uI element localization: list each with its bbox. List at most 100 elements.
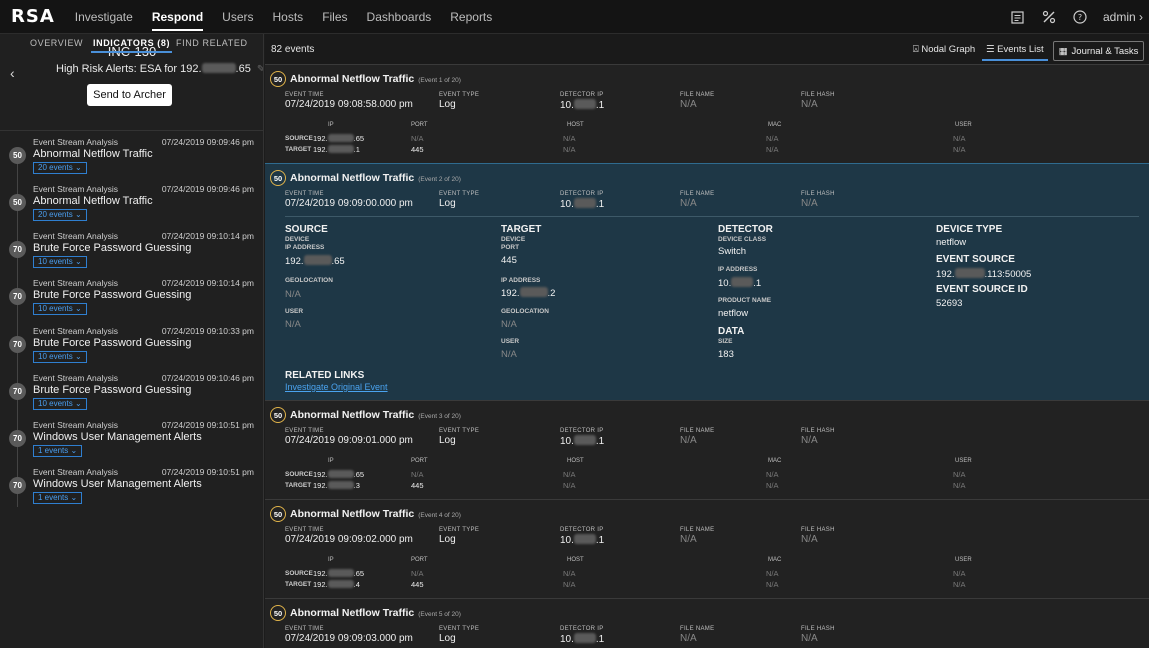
risk-score-badge: 50 — [9, 194, 26, 211]
nav-tab-respond[interactable]: Respond — [151, 0, 204, 34]
source-mac: N/A — [766, 134, 779, 143]
chevron-down-icon: ⌄ — [74, 352, 82, 361]
size-label: SIZE — [718, 338, 733, 345]
file-hash-label: FILE HASH — [801, 527, 835, 533]
detector-ip-label: DETECTOR IP — [560, 191, 604, 197]
target-row-label: TARGET — [285, 581, 312, 588]
events-list-tab[interactable]: ☰ Events List — [982, 44, 1048, 61]
tools-icon[interactable] — [1041, 9, 1057, 25]
events-count-dropdown[interactable]: 10 events ⌄ — [33, 351, 87, 363]
detector-section-title: DETECTOR — [718, 224, 773, 235]
detector-ip-value: 10. .1 — [560, 198, 604, 210]
indicator-item[interactable]: Event Stream Analysis 07/24/2019 09:10:33… — [0, 326, 263, 371]
ip-prefix: 192. — [313, 134, 328, 143]
investigate-original-event-link[interactable]: Investigate Original Event — [285, 382, 388, 392]
indicator-item[interactable]: Event Stream Analysis 07/24/2019 09:09:46… — [0, 137, 263, 182]
back-arrow-icon[interactable]: ‹ — [10, 65, 15, 81]
events-count-dropdown[interactable]: 20 events ⌄ — [33, 209, 87, 221]
event-index: (Event 4 of 20) — [418, 512, 461, 519]
redacted-ip — [573, 534, 596, 544]
ip-suffix: .65 — [353, 569, 365, 578]
events-count-dropdown[interactable]: 1 events ⌄ — [33, 445, 83, 457]
source-port: N/A — [411, 569, 424, 578]
send-to-archer-button[interactable]: Send to Archer — [87, 84, 172, 106]
user-column-header: USER — [955, 122, 972, 128]
events-header: 82 events ⍓ Nodal Graph ☰ Events List ▦ … — [265, 34, 1149, 64]
event-title[interactable]: Abnormal Netflow Traffic (Event 2 of 20) — [290, 172, 461, 184]
indicator-item[interactable]: Event Stream Analysis 07/24/2019 09:10:14… — [0, 231, 263, 276]
event-time-label: EVENT TIME — [285, 626, 324, 632]
event-type-label: EVENT TYPE — [439, 428, 480, 434]
help-icon[interactable]: ? — [1072, 9, 1088, 25]
nav-tab-investigate[interactable]: Investigate — [75, 0, 133, 34]
event-time-value: 07/24/2019 09:09:03.000 pm — [285, 633, 413, 644]
nav-tab-hosts[interactable]: Hosts — [273, 0, 304, 34]
event-type-label: EVENT TYPE — [439, 92, 480, 98]
journal-tasks-button[interactable]: ▦ Journal & Tasks — [1053, 41, 1144, 61]
event-time-value: 07/24/2019 09:09:00.000 pm — [285, 198, 413, 209]
notes-icon[interactable] — [1010, 9, 1026, 25]
nav-tab-users[interactable]: Users — [222, 0, 253, 34]
event-time-label: EVENT TIME — [285, 527, 324, 533]
events-count-dropdown[interactable]: 10 events ⌄ — [33, 398, 87, 410]
event-card[interactable]: 50 Abnormal Netflow Traffic (Event 5 of 2… — [265, 598, 1149, 648]
ip-prefix: 10. — [560, 634, 574, 645]
indicator-item[interactable]: Event Stream Analysis 07/24/2019 09:10:51… — [0, 467, 263, 512]
events-count-label: 10 events — [38, 399, 73, 408]
event-index: (Event 3 of 20) — [418, 413, 461, 420]
source-ip-label: IP ADDRESS — [285, 244, 325, 251]
event-card[interactable]: 50 Abnormal Netflow Traffic (Event 3 of 2… — [265, 400, 1149, 499]
event-time-label: EVENT TIME — [285, 92, 324, 98]
tab-find-related[interactable]: FIND RELATED — [176, 38, 248, 48]
events-count-dropdown[interactable]: 10 events ⌄ — [33, 256, 87, 268]
indicator-item[interactable]: Event Stream Analysis 07/24/2019 09:09:46… — [0, 184, 263, 229]
event-card[interactable]: 50 Abnormal Netflow Traffic (Event 4 of 2… — [265, 499, 1149, 598]
events-count-dropdown[interactable]: 20 events ⌄ — [33, 162, 87, 174]
target-port: 445 — [411, 481, 424, 490]
user-menu[interactable]: admin › — [1103, 10, 1143, 24]
redacted-ip — [573, 633, 596, 643]
tab-overview[interactable]: OVERVIEW — [30, 38, 83, 48]
indicator-source: Event Stream Analysis — [33, 278, 119, 288]
ip-prefix: 192. — [313, 569, 328, 578]
edit-pencil-icon[interactable]: ✎ — [257, 64, 263, 75]
file-name-label: FILE NAME — [680, 428, 715, 434]
event-title[interactable]: Abnormal Netflow Traffic (Event 1 of 20) — [290, 73, 461, 85]
event-title[interactable]: Abnormal Netflow Traffic (Event 3 of 20) — [290, 409, 461, 421]
source-mac: N/A — [766, 569, 779, 578]
event-index: (Event 1 of 20) — [418, 77, 461, 84]
detector-ip-label: DETECTOR IP — [560, 626, 604, 632]
nav-tab-reports[interactable]: Reports — [450, 0, 492, 34]
events-count-dropdown[interactable]: 1 events ⌄ — [33, 492, 83, 504]
indicator-item[interactable]: Event Stream Analysis 07/24/2019 09:10:14… — [0, 278, 263, 323]
source-ip: 192. .65 — [313, 134, 364, 143]
device-class-value: Switch — [718, 246, 746, 257]
indicator-item[interactable]: Event Stream Analysis 07/24/2019 09:10:51… — [0, 420, 263, 465]
indicator-item[interactable]: Event Stream Analysis 07/24/2019 09:10:46… — [0, 373, 263, 418]
redacted-ip — [303, 255, 332, 265]
tab-indicators[interactable]: INDICATORS (8) — [91, 38, 173, 53]
nodal-graph-tab[interactable]: ⍓ Nodal Graph — [913, 44, 975, 55]
ip-suffix: .113:50005 — [984, 269, 1032, 280]
ip-suffix: .65 — [353, 134, 365, 143]
nav-tab-files[interactable]: Files — [322, 0, 347, 34]
source-user-label: USER — [285, 308, 304, 315]
indicator-time: 07/24/2019 09:10:51 pm — [161, 467, 254, 477]
detector-ip-value: 10. .1 — [718, 277, 761, 289]
ip-suffix: .1 — [595, 100, 605, 111]
event-card[interactable]: 50 Abnormal Netflow Traffic (Event 1 of 2… — [265, 64, 1149, 163]
target-port: 445 — [411, 145, 424, 154]
nav-tab-dashboards[interactable]: Dashboards — [367, 0, 432, 34]
rsa-logo[interactable]: RSA — [11, 6, 55, 27]
file-hash-label: FILE HASH — [801, 428, 835, 434]
active-view-underline — [982, 59, 1048, 61]
indicator-time: 07/24/2019 09:10:46 pm — [161, 373, 254, 383]
event-title[interactable]: Abnormal Netflow Traffic (Event 4 of 20) — [290, 508, 461, 520]
source-ip-value: 192. .65 — [285, 255, 345, 267]
event-title[interactable]: Abnormal Netflow Traffic (Event 5 of 20) — [290, 607, 461, 619]
events-count-dropdown[interactable]: 10 events ⌄ — [33, 303, 87, 315]
event-card-expanded[interactable]: 50 Abnormal Netflow Traffic (Event 2 of 2… — [265, 163, 1149, 400]
event-title-text: Abnormal Netflow Traffic — [290, 508, 415, 520]
target-port-label: PORT — [501, 244, 520, 251]
event-time-label: EVENT TIME — [285, 191, 324, 197]
